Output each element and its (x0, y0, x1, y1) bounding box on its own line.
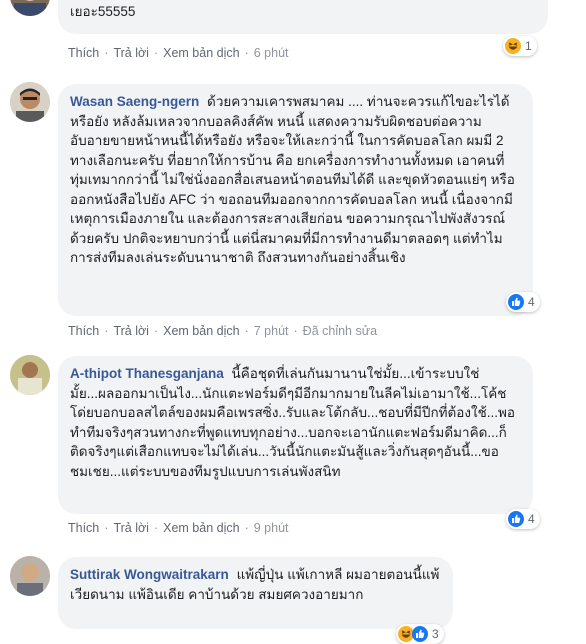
comment-actions: Thích · Trả lời · Xem bản dịch · 7 phút … (68, 324, 377, 338)
translate-link[interactable]: Xem bản dịch (163, 521, 239, 535)
separator: · (244, 521, 249, 535)
comment-bubble: A-thipot Thanesganjana นี้คือชุดที่เล่นก… (58, 356, 533, 514)
reaction-count: 4 (528, 295, 535, 309)
comment-author[interactable]: Suttirak Wongwaitrakarn (70, 567, 229, 582)
avatar-image (10, 82, 50, 122)
avatar-image (10, 355, 50, 395)
timestamp[interactable]: 9 phút (254, 521, 289, 535)
separator: · (104, 521, 109, 535)
like-reaction-icon (508, 511, 524, 527)
comment-actions: Thích · Trả lời · Xem bản dịch · 6 phút (68, 46, 289, 60)
timestamp[interactable]: 6 phút (254, 46, 289, 60)
like-reaction-icon (412, 626, 428, 642)
comment-actions: Thích · Trả lời · Xem bản dịch · 9 phút (68, 521, 289, 535)
comment-author[interactable]: Wasan Saeng-ngern (70, 94, 199, 109)
comment-author[interactable]: A-thipot Thanesganjana (70, 366, 224, 381)
separator: · (104, 46, 109, 60)
comment-text: ด้วยความเคารพสมาคม .... ท่านจะควรแก้ไขอะ… (70, 94, 515, 265)
comment-bubble: Wasan Saeng-ngern ด้วยความเคารพสมาคม ...… (58, 84, 533, 316)
reply-link[interactable]: Trả lời (113, 46, 149, 60)
avatar[interactable] (10, 0, 50, 16)
reply-link[interactable]: Trả lời (113, 324, 149, 338)
separator: · (293, 324, 298, 338)
avatar-image (10, 0, 50, 16)
avatar[interactable] (10, 556, 50, 596)
separator: · (153, 46, 159, 60)
reaction-count: 3 (432, 627, 439, 641)
like-link[interactable]: Thích (68, 521, 99, 535)
reaction-count: 1 (525, 39, 532, 53)
reaction-summary[interactable]: 3 (396, 624, 444, 644)
separator: · (244, 46, 249, 60)
translate-link[interactable]: Xem bản dịch (163, 324, 239, 338)
reaction-summary[interactable]: 4 (506, 509, 540, 529)
avatar[interactable] (10, 82, 50, 122)
like-link[interactable]: Thích (68, 324, 99, 338)
separator: · (153, 521, 159, 535)
comment-text: นี้คือชุดที่เล่นกันมานานใช่มั้ย...เข้าระ… (70, 366, 516, 479)
reaction-summary[interactable]: 1 (503, 36, 537, 56)
reaction-summary[interactable]: 4 (506, 292, 540, 312)
separator: · (104, 324, 109, 338)
like-link[interactable]: Thích (68, 46, 99, 60)
separator: · (244, 324, 249, 338)
timestamp[interactable]: 7 phút (254, 324, 289, 338)
comment-bubble: Suttirak Wongwaitrakarn แพ้ญี่ปุ่น แพ้เก… (58, 557, 453, 629)
reaction-count: 4 (528, 512, 535, 526)
reply-link[interactable]: Trả lời (113, 521, 149, 535)
translate-link[interactable]: Xem bản dịch (163, 46, 239, 60)
haha-reaction-icon (505, 38, 521, 54)
avatar[interactable] (10, 355, 50, 395)
separator: · (153, 324, 159, 338)
avatar-image (10, 556, 50, 596)
edited-label[interactable]: Đã chỉnh sửa (303, 324, 377, 338)
comment-text: ไม่ได้ดูถูกชาติตัวเองนะ ดูซุดนี้เล่น ดูบ… (70, 3, 136, 19)
like-reaction-icon (508, 294, 524, 310)
comment-bubble: ไม่ได้ดูถูกชาติตัวเองนะ ดูซุดนี้เล่น ดูบ… (58, 0, 548, 34)
